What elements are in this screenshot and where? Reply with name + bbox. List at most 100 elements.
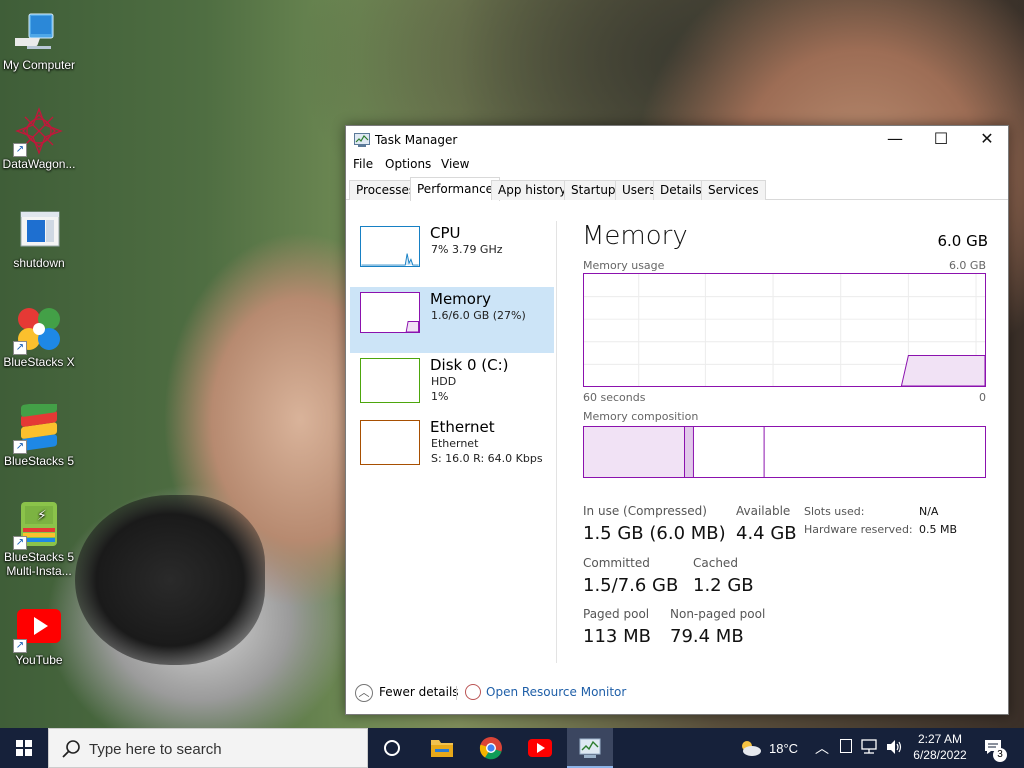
slots-used-label: Slots used: — [804, 505, 865, 518]
taskbar-search-box[interactable]: Type here to search — [48, 728, 368, 768]
bluestacks-5-icon: ↗ — [13, 400, 63, 454]
footer-separator — [456, 686, 457, 700]
tab-strip: Processes Performance App history Startu… — [346, 176, 1008, 201]
shortcut-arrow-icon: ↗ — [13, 639, 27, 653]
sidebar-item-detail: 1% — [431, 390, 449, 403]
in-use-value: 1.5 GB (6.0 MB) — [583, 523, 726, 544]
memory-composition-graph — [583, 426, 986, 478]
tab-services[interactable]: Services — [701, 180, 766, 200]
task-view-icon — [384, 740, 400, 756]
taskbar: Type here to search 18°C ︿ 2:27 AM 6/28/… — [0, 728, 1024, 768]
search-icon — [62, 740, 80, 758]
desktop-icon-datawagon[interactable]: ↗ DataWagon... — [0, 107, 78, 171]
shortcut-arrow-icon: ↗ — [13, 143, 27, 157]
sidebar-item-detail: 7% 3.79 GHz — [431, 243, 503, 256]
in-use-label: In use (Compressed) — [583, 504, 707, 518]
performance-sidebar: CPU 7% 3.79 GHz Memory 1.6/6.0 GB (27%) … — [350, 221, 554, 485]
desktop-icon-my-computer[interactable]: My Computer — [0, 8, 78, 72]
slots-used-value: N/A — [919, 505, 939, 518]
task-manager-icon — [579, 738, 601, 758]
menu-bar: File Options View — [346, 154, 1008, 176]
sidebar-item-detail: S: 16.0 R: 64.0 Kbps — [431, 452, 543, 465]
taskbar-youtube[interactable] — [517, 728, 563, 768]
desktop-icon-bluestacks-multi[interactable]: ⚡ ↗ BlueStacks 5 Multi-Insta... — [0, 500, 78, 578]
available-value: 4.4 GB — [736, 523, 797, 544]
committed-label: Committed — [583, 556, 650, 570]
desktop-icon-bluestacks-5[interactable]: ↗ BlueStacks 5 — [0, 400, 78, 468]
composition-graph-label: Memory composition — [583, 410, 699, 423]
ethernet-mini-graph — [360, 420, 420, 465]
title-bar[interactable]: Task Manager — ☐ ✕ — [346, 126, 1008, 154]
panel-divider — [556, 221, 557, 663]
clock[interactable]: 2:27 AM 6/28/2022 — [905, 728, 975, 768]
computer-icon — [7, 8, 63, 56]
weather-temp: 18°C — [769, 741, 799, 756]
datawagon-icon: ↗ — [13, 107, 63, 157]
start-button[interactable] — [0, 728, 48, 768]
youtube-icon: ↗ — [13, 603, 63, 653]
desktop-icon-label: BlueStacks 5 — [3, 454, 75, 468]
menu-view[interactable]: View — [441, 157, 469, 171]
paged-pool-label: Paged pool — [583, 607, 650, 621]
taskbar-chrome[interactable] — [468, 728, 514, 768]
battery-icon[interactable] — [840, 739, 852, 753]
menu-file[interactable]: File — [353, 157, 373, 171]
cpu-mini-graph — [360, 226, 420, 267]
shortcut-arrow-icon: ↗ — [13, 536, 27, 550]
svg-text:⚡: ⚡ — [37, 508, 47, 524]
paged-pool-value: 113 MB — [583, 626, 651, 647]
window-footer: ︿ Fewer details Open Resource Monitor — [346, 680, 1008, 714]
tab-app-history[interactable]: App history — [491, 180, 574, 200]
open-resource-monitor-link[interactable]: Open Resource Monitor — [486, 685, 626, 699]
panel-title: Memory — [582, 221, 688, 251]
task-view-button[interactable] — [369, 728, 415, 768]
maximize-button[interactable]: ☐ — [918, 126, 964, 154]
sidebar-item-disk[interactable]: Disk 0 (C:) HDD 1% — [350, 353, 554, 419]
memory-panel: Memory 6.0 GB Memory usage 6.0 GB 60 sec… — [582, 221, 988, 681]
sidebar-item-cpu[interactable]: CPU 7% 3.79 GHz — [350, 221, 554, 287]
sidebar-item-memory[interactable]: Memory 1.6/6.0 GB (27%) — [350, 287, 554, 353]
sidebar-item-ethernet[interactable]: Ethernet Ethernet S: 16.0 R: 64.0 Kbps — [350, 418, 554, 485]
desktop-icon-label: My Computer — [2, 58, 76, 72]
taskbar-file-explorer[interactable] — [419, 728, 465, 768]
task-manager-icon — [354, 133, 370, 147]
graph-time-end: 0 — [979, 391, 986, 404]
chevron-up-icon[interactable]: ︿ — [355, 684, 373, 702]
desktop-icon-youtube[interactable]: ↗ YouTube — [0, 603, 78, 667]
partly-cloudy-icon — [742, 741, 761, 756]
clock-date: 6/28/2022 — [913, 748, 967, 762]
desktop-icon-shutdown[interactable]: shutdown — [0, 206, 78, 270]
weather-widget[interactable]: 18°C — [736, 728, 806, 768]
close-button[interactable]: ✕ — [964, 126, 1010, 154]
sidebar-item-detail: Ethernet — [431, 437, 479, 450]
cached-label: Cached — [693, 556, 738, 570]
notification-count-badge: 3 — [993, 748, 1007, 762]
network-icon[interactable] — [861, 739, 879, 755]
minimize-button[interactable]: — — [872, 126, 918, 154]
sidebar-item-detail: HDD — [431, 375, 457, 388]
desktop-icon-bluestacks-x[interactable]: ↗ BlueStacks X — [0, 305, 78, 369]
committed-value: 1.5/7.6 GB — [583, 575, 679, 596]
shutdown-file-icon — [15, 206, 63, 254]
sidebar-item-name: Ethernet — [430, 418, 495, 436]
notification-button[interactable]: 3 — [980, 728, 1010, 768]
graph-time-start: 60 seconds — [583, 391, 646, 404]
sidebar-item-name: Memory — [430, 290, 492, 308]
available-label: Available — [736, 504, 791, 518]
tab-startup[interactable]: Startup — [564, 180, 623, 200]
desktop-icon-label: DataWagon... — [2, 157, 76, 171]
sidebar-item-name: CPU — [430, 224, 461, 242]
chevron-up-icon[interactable]: ︿ — [815, 738, 829, 758]
desktop-icon-label: BlueStacks 5 Multi-Insta... — [3, 550, 75, 578]
usage-graph-max: 6.0 GB — [948, 259, 986, 272]
window-title: Task Manager — [375, 133, 458, 147]
memory-usage-graph — [583, 273, 986, 387]
tab-performance[interactable]: Performance — [410, 177, 501, 201]
fewer-details-link[interactable]: Fewer details — [379, 685, 459, 699]
volume-icon[interactable] — [885, 739, 903, 755]
disk-mini-graph — [360, 358, 420, 403]
taskbar-task-manager[interactable] — [567, 728, 613, 768]
menu-options[interactable]: Options — [385, 157, 431, 171]
resource-monitor-icon — [465, 684, 481, 700]
non-paged-pool-label: Non-paged pool — [670, 607, 766, 621]
